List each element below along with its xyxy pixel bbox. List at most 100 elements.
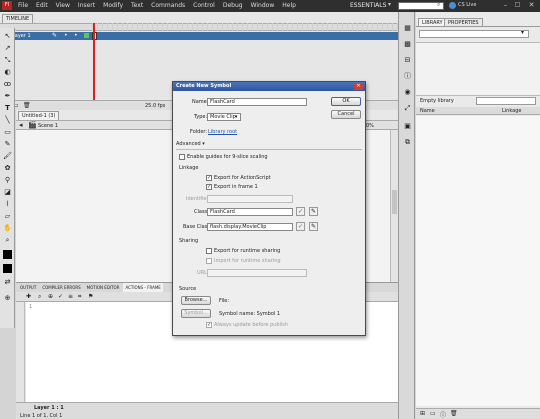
stroke-color-swatch[interactable]: [3, 250, 12, 259]
tab-compiler-errors[interactable]: COMPILER ERRORS: [40, 283, 82, 292]
menu-control[interactable]: Control: [193, 2, 215, 9]
fill-color-swatch[interactable]: [3, 264, 12, 273]
library-item-list[interactable]: [416, 116, 540, 406]
brush-tool-icon[interactable]: 🖌: [3, 152, 12, 161]
new-symbol-icon[interactable]: ⊞: [420, 410, 425, 417]
menu-text[interactable]: Text: [131, 2, 143, 9]
debug-icon[interactable]: ⚑: [88, 293, 93, 300]
cancel-button[interactable]: Cancel: [331, 110, 361, 119]
menu-commands[interactable]: Commands: [151, 2, 185, 9]
color-panel-icon[interactable]: ▦: [403, 24, 412, 33]
class-input[interactable]: FlashCard: [207, 208, 293, 216]
subselection-tool-icon[interactable]: ↗: [3, 44, 12, 53]
menu-window[interactable]: Window: [251, 2, 275, 9]
export-actionscript-checkbox[interactable]: ✓: [206, 175, 212, 181]
outline-toggle[interactable]: [84, 33, 89, 38]
snap-icon[interactable]: ⊕: [3, 294, 12, 303]
properties-library-icon[interactable]: ⓘ: [440, 410, 446, 419]
cs-live-label[interactable]: CS Live: [458, 2, 476, 8]
always-update-checkbox[interactable]: ✓: [206, 322, 212, 328]
library-col-linkage[interactable]: Linkage: [502, 108, 521, 114]
cs-live-icon[interactable]: [449, 2, 456, 9]
validate-base-class-icon[interactable]: ✓: [296, 222, 305, 231]
layer-frame-label[interactable]: Layer 1 : 1: [34, 405, 64, 411]
auto-format-icon[interactable]: ≡: [68, 293, 73, 300]
delete-library-icon[interactable]: 🗑: [450, 410, 458, 417]
type-select[interactable]: Movie Clip ▾: [207, 113, 241, 121]
check-syntax-icon[interactable]: ✓: [58, 293, 63, 300]
folder-link[interactable]: Library root: [208, 129, 237, 135]
advanced-toggle[interactable]: Advanced ▾: [176, 141, 205, 147]
pencil-tool-icon[interactable]: ✎: [3, 140, 12, 149]
rectangle-tool-icon[interactable]: ▭: [3, 128, 12, 137]
dialog-title-bar[interactable]: Create New Symbol ✕: [173, 82, 365, 91]
add-statement-icon[interactable]: ✚: [26, 293, 31, 300]
base-class-input[interactable]: flash.display.MovieClip: [207, 223, 293, 231]
eyedropper-tool-icon[interactable]: ⌇: [3, 200, 12, 209]
symbol-button[interactable]: Symbol...: [181, 309, 211, 318]
bone-tool-icon[interactable]: ⚲: [3, 176, 12, 185]
text-tool-icon[interactable]: T: [3, 104, 12, 113]
identifier-input[interactable]: [207, 195, 293, 203]
eye-toggle[interactable]: •: [64, 32, 68, 39]
layer-row[interactable]: ▪ Layer 1 ✎ • •: [0, 32, 398, 40]
export-runtime-checkbox[interactable]: [206, 248, 212, 254]
tab-document[interactable]: Untitled-1 (3): [18, 111, 60, 120]
transform-panel-icon[interactable]: ⤢: [403, 104, 412, 113]
eraser-tool-icon[interactable]: ▱: [3, 212, 12, 221]
tab-motion-editor[interactable]: MOTION EDITOR: [85, 283, 122, 292]
actions-toolbox[interactable]: [16, 302, 25, 402]
new-folder-library-icon[interactable]: ▭: [430, 410, 436, 417]
components-panel-icon[interactable]: ◉: [403, 88, 412, 97]
transform-tool-icon[interactable]: ⤡: [3, 56, 12, 65]
name-input[interactable]: FlashCard: [207, 98, 307, 106]
vertical-scrollbar[interactable]: [390, 130, 398, 282]
menu-file[interactable]: File: [18, 2, 28, 9]
library-select-chevron-icon[interactable]: ▾: [521, 29, 524, 36]
import-runtime-checkbox[interactable]: [206, 258, 212, 264]
workspace-chevron-icon[interactable]: ▾: [388, 1, 391, 8]
validate-class-icon[interactable]: ✓: [296, 207, 305, 216]
menu-help[interactable]: Help: [282, 2, 296, 9]
menu-modify[interactable]: Modify: [103, 2, 123, 9]
close-window-button[interactable]: ✕: [525, 1, 538, 10]
hand-tool-icon[interactable]: ✋: [3, 224, 12, 233]
target-icon[interactable]: ⊕: [48, 293, 53, 300]
tab-actions-frame[interactable]: ACTIONS - FRAME: [123, 283, 163, 292]
library-document-select[interactable]: [419, 30, 529, 38]
dialog-close-button[interactable]: ✕: [354, 83, 363, 90]
export-frame1-checkbox[interactable]: ✓: [206, 184, 212, 190]
workspace-switcher[interactable]: ESSENTIALS: [350, 2, 386, 9]
paint-bucket-tool-icon[interactable]: ◪: [3, 188, 12, 197]
line-tool-icon[interactable]: ╲: [3, 116, 12, 125]
deco-tool-icon[interactable]: ✿: [3, 164, 12, 173]
selection-tool-icon[interactable]: ↖: [3, 32, 12, 41]
library-col-name[interactable]: Name: [420, 108, 435, 114]
minimize-button[interactable]: –: [500, 1, 511, 10]
find-icon[interactable]: ⌕: [38, 293, 41, 301]
edit-class-icon[interactable]: ✎: [309, 207, 318, 216]
maximize-button[interactable]: □: [512, 1, 523, 10]
3d-rotation-tool-icon[interactable]: ◐: [3, 68, 12, 77]
code-snippets-icon[interactable]: ⧉: [403, 138, 412, 147]
menu-insert[interactable]: Insert: [78, 2, 95, 9]
browse-button[interactable]: Browse...: [181, 296, 211, 305]
url-input[interactable]: [207, 269, 307, 277]
edit-base-class-icon[interactable]: ✎: [309, 222, 318, 231]
library-search-field[interactable]: [476, 97, 536, 105]
delete-layer-icon[interactable]: 🗑: [23, 102, 31, 109]
search-icon[interactable]: ⌕: [437, 1, 440, 9]
tab-output[interactable]: OUTPUT: [18, 283, 38, 292]
swap-colors-icon[interactable]: ⇄: [3, 278, 12, 287]
tab-timeline[interactable]: TIMELINE: [2, 14, 34, 23]
frame-ruler[interactable]: [92, 23, 398, 31]
swatches-panel-icon[interactable]: ▩: [403, 40, 412, 49]
menu-edit[interactable]: Edit: [36, 2, 48, 9]
scene-breadcrumb[interactable]: Scene 1: [38, 123, 58, 129]
code-hint-icon[interactable]: ⌗: [78, 293, 81, 301]
ok-button[interactable]: OK: [331, 97, 361, 106]
pen-tool-icon[interactable]: ✒: [3, 92, 12, 101]
zoom-field[interactable]: 0%: [366, 123, 374, 129]
playhead[interactable]: [93, 23, 95, 109]
guides-checkbox[interactable]: [179, 154, 185, 160]
